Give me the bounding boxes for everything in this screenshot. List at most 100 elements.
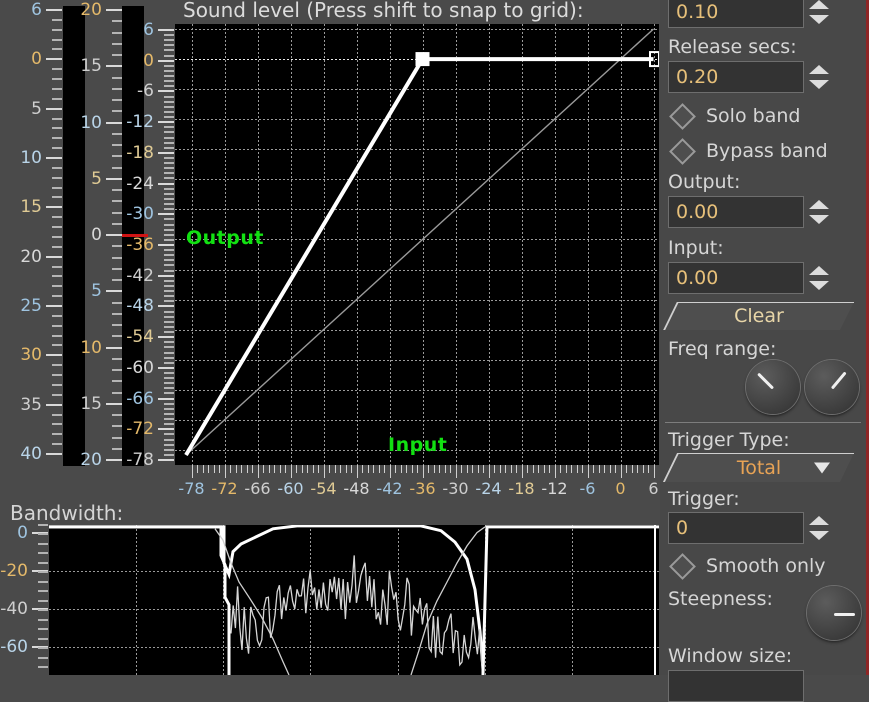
- input-stepper-up[interactable]: [809, 266, 829, 275]
- scale-tick: [164, 326, 174, 328]
- ruler-tick-minor: [549, 465, 550, 473]
- freq-range-low-knob[interactable]: [746, 360, 800, 414]
- scale-tick: [38, 600, 48, 602]
- bypass-band-checkbox[interactable]: [669, 138, 696, 165]
- transfer-curve-plot[interactable]: Output Input: [175, 24, 659, 465]
- scale-tick: [158, 60, 174, 62]
- scale-tick: [164, 280, 174, 282]
- knee-point-handle[interactable]: [416, 52, 430, 66]
- ruler-tick-minor: [318, 465, 319, 473]
- scale-tick: [106, 234, 122, 236]
- freq-range-high-knob[interactable]: [805, 360, 859, 414]
- input-field[interactable]: 0.00: [668, 262, 804, 294]
- transfer-curve-line[interactable]: [186, 59, 654, 455]
- scale-tick: [38, 562, 48, 564]
- scale-number: 30: [20, 345, 42, 365]
- smooth-only-checkbox[interactable]: [669, 553, 696, 580]
- input-stepper-down[interactable]: [809, 281, 829, 290]
- release-stepper-up[interactable]: [809, 65, 829, 74]
- scale-tick: [112, 245, 122, 247]
- trigger-field[interactable]: 0: [668, 512, 804, 544]
- scale-tick: [158, 305, 174, 307]
- smooth-only-label: Smooth only: [706, 555, 826, 577]
- scale-tick: [164, 285, 174, 287]
- freq-high-knob-pointer: [831, 371, 847, 389]
- scale-number: 15: [20, 197, 42, 217]
- ruler-tick-minor: [500, 465, 501, 473]
- scale-number: -54: [126, 327, 154, 347]
- ruler-tick-minor: [379, 465, 380, 473]
- scale-tick: [164, 439, 174, 441]
- ruler-tick-minor: [560, 465, 561, 473]
- scale-tick: [112, 200, 122, 202]
- output-stepper-up[interactable]: [809, 200, 829, 209]
- ruler-tick-minor: [610, 465, 611, 473]
- bandwidth-spectrum-svg: [49, 525, 659, 675]
- scale-tick: [164, 254, 174, 256]
- scale-tick: [52, 167, 62, 169]
- scale-tick: [164, 346, 174, 348]
- trigger-stepper-up[interactable]: [809, 516, 829, 525]
- scale-tick: [164, 454, 174, 456]
- clear-button[interactable]: Clear: [664, 302, 854, 330]
- bandwidth-spectrum-plot[interactable]: [49, 525, 659, 675]
- output-stepper-down[interactable]: [809, 215, 829, 224]
- ruler-tick-major: [291, 465, 292, 478]
- scale-number: 10: [80, 113, 102, 133]
- scale-number: 20: [80, 0, 102, 20]
- trigger-stepper[interactable]: [809, 516, 829, 540]
- scale-tick: [38, 543, 48, 545]
- scale-number: -66: [126, 389, 154, 409]
- chevron-down-icon[interactable]: [814, 462, 830, 473]
- scale-tick: [164, 167, 174, 169]
- ruler-tick-minor: [280, 465, 281, 473]
- scale-tick: [112, 110, 122, 112]
- scale-tick: [52, 443, 62, 445]
- scale-number: 6: [143, 20, 154, 40]
- scale-number: -6: [137, 81, 154, 101]
- scale-tick: [46, 9, 62, 11]
- attack-secs-value: 0.10: [676, 1, 718, 23]
- steepness-knob[interactable]: [807, 586, 861, 640]
- attack-stepper-down[interactable]: [809, 15, 829, 24]
- scale-tick: [112, 77, 122, 79]
- attack-secs-field[interactable]: 0.10: [668, 0, 804, 28]
- scale-number: 0: [91, 225, 102, 245]
- ruler-tick-major: [225, 465, 226, 478]
- trigger-stepper-down[interactable]: [809, 531, 829, 540]
- scale-tick: [164, 106, 174, 108]
- scale-tick: [38, 571, 48, 573]
- window-size-label: Window size:: [668, 645, 792, 667]
- solo-band-checkbox[interactable]: [669, 103, 696, 130]
- attack-secs-stepper[interactable]: [809, 0, 829, 24]
- scale-tick: [158, 428, 174, 430]
- x-axis-tick-label: -72: [211, 479, 237, 498]
- x-axis-tick-label: -60: [277, 479, 303, 498]
- release-secs-stepper[interactable]: [809, 65, 829, 89]
- scale-number: 20: [20, 247, 42, 267]
- graph-x-ruler: [175, 465, 659, 479]
- input-stepper[interactable]: [809, 266, 829, 290]
- scale-tick: [112, 302, 122, 304]
- scale-tick: [112, 223, 122, 225]
- ruler-tick-minor: [637, 465, 638, 473]
- output-field[interactable]: 0.00: [668, 196, 804, 228]
- ruler-tick-minor: [527, 465, 528, 473]
- trigger-type-dropdown[interactable]: Total: [664, 453, 854, 482]
- attack-stepper-up[interactable]: [809, 0, 829, 9]
- output-stepper[interactable]: [809, 200, 829, 224]
- scale-tick: [164, 423, 174, 425]
- scale-tick: [158, 152, 174, 154]
- ruler-tick-minor: [593, 465, 594, 473]
- ruler-tick-major: [258, 465, 259, 478]
- scale-tick: [38, 581, 48, 583]
- release-secs-field[interactable]: 0.20: [668, 61, 804, 93]
- scale-tick: [164, 387, 174, 389]
- ruler-tick-minor: [461, 465, 462, 473]
- release-stepper-down[interactable]: [809, 80, 829, 89]
- scale-tick: [112, 425, 122, 427]
- scale-tick: [106, 178, 122, 180]
- graph-y-axis: 60-6-12-18-24-30-36-42-48-54-60-66-72-78: [128, 20, 174, 470]
- scale-tick: [52, 216, 62, 218]
- ruler-tick-minor: [247, 465, 248, 473]
